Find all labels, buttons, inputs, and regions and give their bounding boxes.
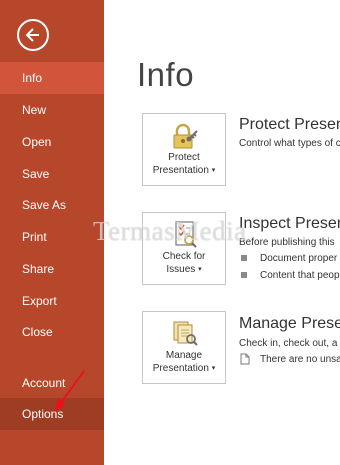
dropdown-caret-icon: ▾ xyxy=(211,365,216,372)
nav-item-info[interactable]: Info xyxy=(0,62,104,94)
manage-label-line1: Manage xyxy=(165,350,203,361)
bullet-marker xyxy=(241,272,247,278)
nav-item-open[interactable]: Open xyxy=(0,126,104,158)
inspect-bullet-1: Document proper xyxy=(260,253,338,264)
protect-label-line2: Presentation ▾ xyxy=(152,165,216,176)
document-icon xyxy=(240,353,250,365)
manage-section-title: Manage Presentation xyxy=(239,315,340,332)
manage-section-description: Check in, check out, a xyxy=(239,338,338,349)
info-pane: Info Protect Presentation ▾ Protect Pres… xyxy=(104,0,340,465)
inspect-checklist-icon xyxy=(175,221,197,248)
inspect-section-title: Inspect Presentation xyxy=(239,215,340,232)
nav-item-options[interactable]: Options xyxy=(0,398,104,430)
nav-item-save-as[interactable]: Save As xyxy=(0,189,104,221)
manage-note: There are no unsa xyxy=(260,354,340,365)
dropdown-caret-icon: ▾ xyxy=(211,167,216,174)
manage-documents-icon xyxy=(173,321,198,346)
protect-section-title: Protect Presentation xyxy=(239,116,340,133)
nav-item-account[interactable]: Account xyxy=(0,367,104,399)
back-arrow-icon xyxy=(25,28,39,42)
inspect-section-description: Before publishing this xyxy=(239,237,335,248)
protect-section-description: Control what types of c xyxy=(239,138,340,149)
nav-item-print[interactable]: Print xyxy=(0,221,104,253)
protect-label-line1: Protect xyxy=(168,152,200,163)
nav-item-export[interactable]: Export xyxy=(0,285,104,317)
check-issues-label-line1: Check for xyxy=(162,251,206,262)
nav-item-new[interactable]: New xyxy=(0,94,104,126)
backstage-sidebar: Info New Open Save Save As Print Share E… xyxy=(0,0,104,465)
nav-item-share[interactable]: Share xyxy=(0,253,104,285)
protect-presentation-button[interactable]: Protect Presentation ▾ xyxy=(142,113,226,186)
back-button[interactable] xyxy=(17,19,49,51)
manage-label-line2: Presentation ▾ xyxy=(152,363,216,374)
bullet-marker xyxy=(241,255,247,261)
manage-presentation-button[interactable]: Manage Presentation ▾ xyxy=(142,311,226,384)
page-title: Info xyxy=(137,56,195,93)
check-issues-label-line2: Issues ▾ xyxy=(166,264,202,275)
inspect-bullet-2: Content that peop xyxy=(260,270,340,281)
nav-item-close[interactable]: Close xyxy=(0,316,104,348)
check-for-issues-button[interactable]: Check for Issues ▾ xyxy=(142,212,226,285)
lock-key-icon xyxy=(173,123,198,149)
dropdown-caret-icon: ▾ xyxy=(198,266,202,273)
nav-item-save[interactable]: Save xyxy=(0,158,104,190)
